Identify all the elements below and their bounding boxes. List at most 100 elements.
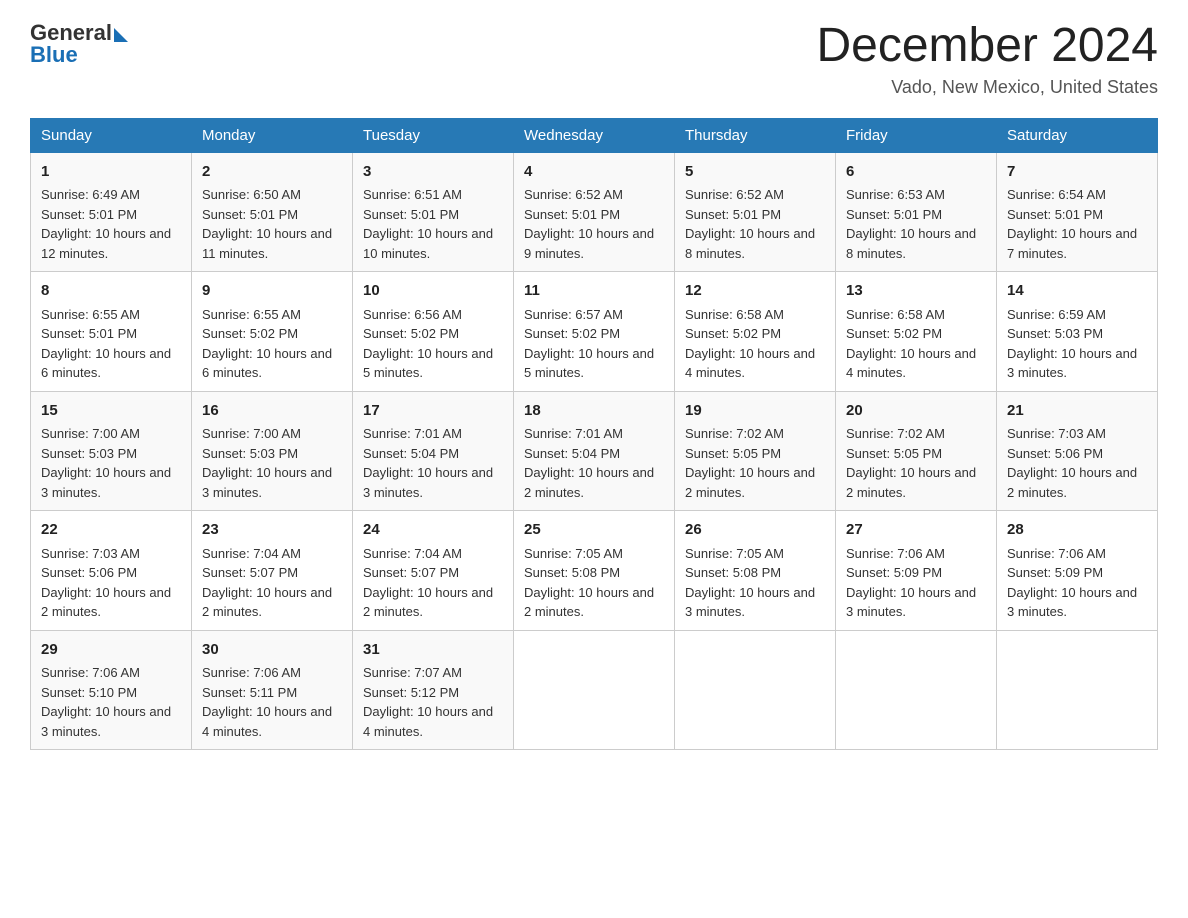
calendar-cell: 27Sunrise: 7:06 AMSunset: 5:09 PMDayligh…: [836, 511, 997, 631]
month-title: December 2024: [816, 20, 1158, 73]
calendar-cell: 4Sunrise: 6:52 AMSunset: 5:01 PMDaylight…: [514, 152, 675, 272]
logo-triangle-icon: [114, 28, 128, 42]
calendar-cell: 25Sunrise: 7:05 AMSunset: 5:08 PMDayligh…: [514, 511, 675, 631]
header-row: SundayMondayTuesdayWednesdayThursdayFrid…: [31, 118, 1158, 152]
calendar-week-1: 1Sunrise: 6:49 AMSunset: 5:01 PMDaylight…: [31, 152, 1158, 272]
calendar-cell: 14Sunrise: 6:59 AMSunset: 5:03 PMDayligh…: [997, 272, 1158, 392]
day-info: Sunrise: 7:03 AMSunset: 5:06 PMDaylight:…: [41, 544, 181, 622]
day-info: Sunrise: 7:06 AMSunset: 5:09 PMDaylight:…: [846, 544, 986, 622]
day-info: Sunrise: 7:06 AMSunset: 5:11 PMDaylight:…: [202, 663, 342, 741]
day-info: Sunrise: 7:06 AMSunset: 5:10 PMDaylight:…: [41, 663, 181, 741]
calendar-week-3: 15Sunrise: 7:00 AMSunset: 5:03 PMDayligh…: [31, 391, 1158, 511]
day-number: 14: [1007, 280, 1147, 303]
calendar-cell: 24Sunrise: 7:04 AMSunset: 5:07 PMDayligh…: [353, 511, 514, 631]
day-info: Sunrise: 6:52 AMSunset: 5:01 PMDaylight:…: [685, 185, 825, 263]
day-number: 8: [41, 280, 181, 303]
calendar-table: SundayMondayTuesdayWednesdayThursdayFrid…: [30, 118, 1158, 751]
day-number: 4: [524, 161, 664, 184]
title-block: December 2024 Vado, New Mexico, United S…: [816, 20, 1158, 98]
day-number: 28: [1007, 519, 1147, 542]
day-number: 17: [363, 400, 503, 423]
day-info: Sunrise: 6:49 AMSunset: 5:01 PMDaylight:…: [41, 185, 181, 263]
day-info: Sunrise: 6:51 AMSunset: 5:01 PMDaylight:…: [363, 185, 503, 263]
day-info: Sunrise: 6:55 AMSunset: 5:02 PMDaylight:…: [202, 305, 342, 383]
day-number: 30: [202, 639, 342, 662]
calendar-cell: 29Sunrise: 7:06 AMSunset: 5:10 PMDayligh…: [31, 630, 192, 750]
calendar-cell: 13Sunrise: 6:58 AMSunset: 5:02 PMDayligh…: [836, 272, 997, 392]
day-number: 13: [846, 280, 986, 303]
day-info: Sunrise: 6:56 AMSunset: 5:02 PMDaylight:…: [363, 305, 503, 383]
calendar-header: SundayMondayTuesdayWednesdayThursdayFrid…: [31, 118, 1158, 152]
day-info: Sunrise: 7:03 AMSunset: 5:06 PMDaylight:…: [1007, 424, 1147, 502]
calendar-body: 1Sunrise: 6:49 AMSunset: 5:01 PMDaylight…: [31, 152, 1158, 750]
day-number: 24: [363, 519, 503, 542]
calendar-cell: 17Sunrise: 7:01 AMSunset: 5:04 PMDayligh…: [353, 391, 514, 511]
day-number: 9: [202, 280, 342, 303]
day-info: Sunrise: 7:06 AMSunset: 5:09 PMDaylight:…: [1007, 544, 1147, 622]
day-info: Sunrise: 6:54 AMSunset: 5:01 PMDaylight:…: [1007, 185, 1147, 263]
header-day-saturday: Saturday: [997, 118, 1158, 152]
calendar-cell: 23Sunrise: 7:04 AMSunset: 5:07 PMDayligh…: [192, 511, 353, 631]
logo-blue-text: Blue: [30, 42, 78, 68]
day-number: 22: [41, 519, 181, 542]
calendar-cell: 7Sunrise: 6:54 AMSunset: 5:01 PMDaylight…: [997, 152, 1158, 272]
calendar-cell: 22Sunrise: 7:03 AMSunset: 5:06 PMDayligh…: [31, 511, 192, 631]
day-number: 5: [685, 161, 825, 184]
day-info: Sunrise: 6:55 AMSunset: 5:01 PMDaylight:…: [41, 305, 181, 383]
calendar-week-2: 8Sunrise: 6:55 AMSunset: 5:01 PMDaylight…: [31, 272, 1158, 392]
calendar-cell: [997, 630, 1158, 750]
day-info: Sunrise: 7:02 AMSunset: 5:05 PMDaylight:…: [685, 424, 825, 502]
day-number: 15: [41, 400, 181, 423]
header-day-wednesday: Wednesday: [514, 118, 675, 152]
day-number: 10: [363, 280, 503, 303]
day-info: Sunrise: 7:00 AMSunset: 5:03 PMDaylight:…: [41, 424, 181, 502]
day-number: 27: [846, 519, 986, 542]
calendar-cell: 28Sunrise: 7:06 AMSunset: 5:09 PMDayligh…: [997, 511, 1158, 631]
day-info: Sunrise: 6:50 AMSunset: 5:01 PMDaylight:…: [202, 185, 342, 263]
day-number: 20: [846, 400, 986, 423]
calendar-cell: 12Sunrise: 6:58 AMSunset: 5:02 PMDayligh…: [675, 272, 836, 392]
location-subtitle: Vado, New Mexico, United States: [816, 77, 1158, 98]
header-day-thursday: Thursday: [675, 118, 836, 152]
day-number: 25: [524, 519, 664, 542]
calendar-cell: 15Sunrise: 7:00 AMSunset: 5:03 PMDayligh…: [31, 391, 192, 511]
day-number: 31: [363, 639, 503, 662]
calendar-cell: 26Sunrise: 7:05 AMSunset: 5:08 PMDayligh…: [675, 511, 836, 631]
day-number: 11: [524, 280, 664, 303]
day-number: 3: [363, 161, 503, 184]
calendar-cell: 8Sunrise: 6:55 AMSunset: 5:01 PMDaylight…: [31, 272, 192, 392]
calendar-cell: 20Sunrise: 7:02 AMSunset: 5:05 PMDayligh…: [836, 391, 997, 511]
day-info: Sunrise: 6:58 AMSunset: 5:02 PMDaylight:…: [685, 305, 825, 383]
calendar-cell: 1Sunrise: 6:49 AMSunset: 5:01 PMDaylight…: [31, 152, 192, 272]
day-number: 7: [1007, 161, 1147, 184]
calendar-cell: 10Sunrise: 6:56 AMSunset: 5:02 PMDayligh…: [353, 272, 514, 392]
day-number: 6: [846, 161, 986, 184]
day-number: 21: [1007, 400, 1147, 423]
header-day-monday: Monday: [192, 118, 353, 152]
day-info: Sunrise: 6:59 AMSunset: 5:03 PMDaylight:…: [1007, 305, 1147, 383]
day-info: Sunrise: 6:57 AMSunset: 5:02 PMDaylight:…: [524, 305, 664, 383]
calendar-cell: 16Sunrise: 7:00 AMSunset: 5:03 PMDayligh…: [192, 391, 353, 511]
day-info: Sunrise: 6:58 AMSunset: 5:02 PMDaylight:…: [846, 305, 986, 383]
calendar-cell: 18Sunrise: 7:01 AMSunset: 5:04 PMDayligh…: [514, 391, 675, 511]
calendar-week-4: 22Sunrise: 7:03 AMSunset: 5:06 PMDayligh…: [31, 511, 1158, 631]
calendar-cell: 2Sunrise: 6:50 AMSunset: 5:01 PMDaylight…: [192, 152, 353, 272]
day-number: 29: [41, 639, 181, 662]
header-day-friday: Friday: [836, 118, 997, 152]
calendar-cell: 5Sunrise: 6:52 AMSunset: 5:01 PMDaylight…: [675, 152, 836, 272]
page-header: General Blue December 2024 Vado, New Mex…: [30, 20, 1158, 98]
calendar-cell: [675, 630, 836, 750]
day-number: 23: [202, 519, 342, 542]
day-info: Sunrise: 7:01 AMSunset: 5:04 PMDaylight:…: [524, 424, 664, 502]
day-info: Sunrise: 7:04 AMSunset: 5:07 PMDaylight:…: [202, 544, 342, 622]
header-day-sunday: Sunday: [31, 118, 192, 152]
calendar-cell: 11Sunrise: 6:57 AMSunset: 5:02 PMDayligh…: [514, 272, 675, 392]
day-info: Sunrise: 7:00 AMSunset: 5:03 PMDaylight:…: [202, 424, 342, 502]
calendar-cell: 19Sunrise: 7:02 AMSunset: 5:05 PMDayligh…: [675, 391, 836, 511]
day-info: Sunrise: 6:52 AMSunset: 5:01 PMDaylight:…: [524, 185, 664, 263]
calendar-cell: 3Sunrise: 6:51 AMSunset: 5:01 PMDaylight…: [353, 152, 514, 272]
day-number: 12: [685, 280, 825, 303]
calendar-cell: 21Sunrise: 7:03 AMSunset: 5:06 PMDayligh…: [997, 391, 1158, 511]
calendar-week-5: 29Sunrise: 7:06 AMSunset: 5:10 PMDayligh…: [31, 630, 1158, 750]
day-number: 2: [202, 161, 342, 184]
